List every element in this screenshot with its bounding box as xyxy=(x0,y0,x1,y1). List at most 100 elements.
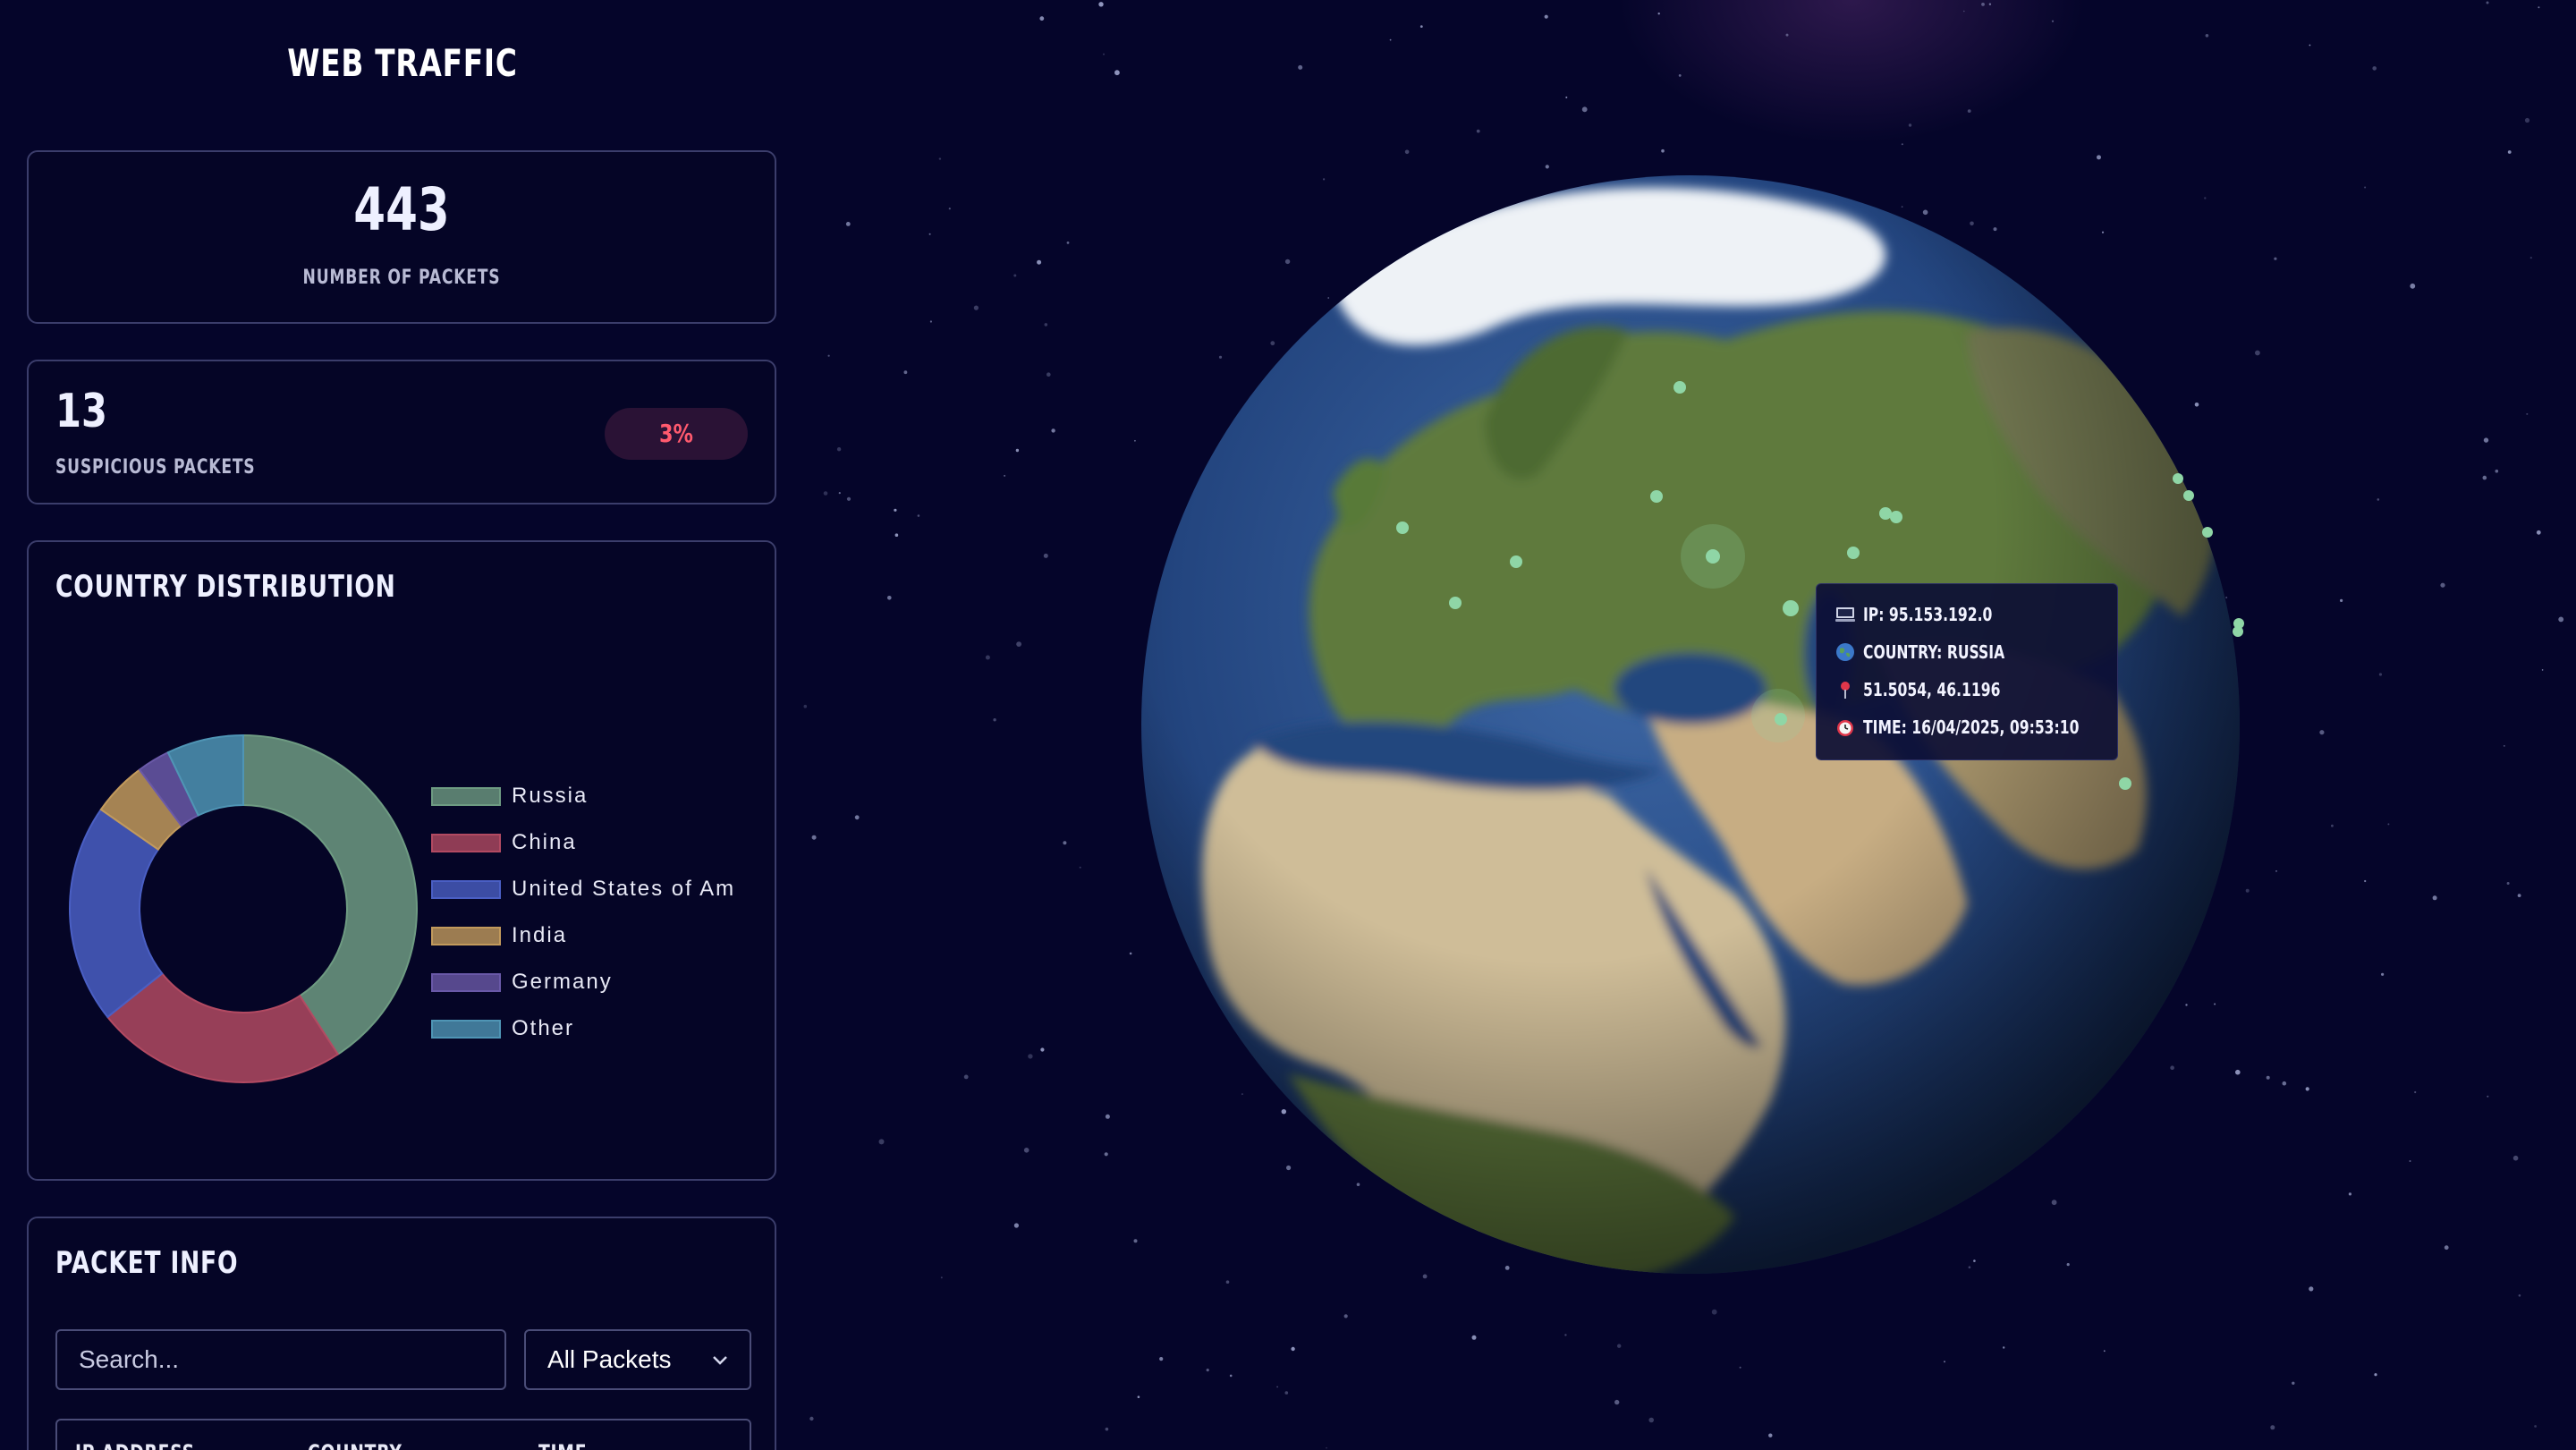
legend-item[interactable]: United States of Am xyxy=(431,866,753,912)
star xyxy=(1103,53,1105,55)
star xyxy=(1785,33,1789,37)
legend-swatch xyxy=(431,786,501,806)
legend-swatch xyxy=(431,833,501,852)
search-input[interactable] xyxy=(55,1329,506,1390)
traffic-marker[interactable] xyxy=(2202,527,2213,538)
star xyxy=(1114,70,1120,76)
star xyxy=(2440,582,2445,588)
legend-label: China xyxy=(512,830,577,854)
packet-filter-select[interactable]: All Packets xyxy=(524,1329,751,1390)
traffic-marker[interactable] xyxy=(1674,381,1686,394)
computer-icon xyxy=(1835,607,1855,622)
star xyxy=(1284,1391,1289,1395)
legend-item[interactable]: India xyxy=(431,912,753,959)
star xyxy=(2536,530,2541,535)
star xyxy=(1229,1374,1233,1378)
star xyxy=(1063,841,1067,845)
traffic-marker[interactable] xyxy=(1847,547,1860,559)
star xyxy=(1040,1047,1045,1052)
traffic-marker[interactable] xyxy=(1396,521,1409,534)
star xyxy=(2340,598,2343,603)
star xyxy=(2319,730,2325,735)
column-header-time[interactable]: TIME xyxy=(538,1440,587,1450)
legend-item[interactable]: Russia xyxy=(431,773,753,819)
traffic-marker[interactable] xyxy=(2173,473,2183,484)
legend-label: Germany xyxy=(512,970,613,994)
traffic-marker[interactable] xyxy=(1783,600,1799,616)
star xyxy=(836,447,842,452)
sidebar: WEB TRAFFIC 443 NUMBER OF PACKETS 13 SUS… xyxy=(0,0,805,1450)
distribution-title: COUNTRY DISTRIBUTION xyxy=(55,569,396,605)
app-title: WEB TRAFFIC xyxy=(287,41,518,85)
star xyxy=(2558,616,2564,623)
star xyxy=(1276,1386,1278,1388)
star xyxy=(1079,866,1081,869)
traffic-marker[interactable] xyxy=(1775,713,1787,725)
star xyxy=(1037,259,1042,265)
star xyxy=(963,1074,969,1080)
star xyxy=(2292,1381,2295,1386)
star xyxy=(2409,1160,2411,1162)
star xyxy=(928,233,931,235)
legend-label: India xyxy=(512,923,568,947)
star xyxy=(2503,745,2505,747)
star xyxy=(838,492,841,495)
star xyxy=(1051,428,1055,433)
star xyxy=(2372,66,2377,71)
pushpin-icon xyxy=(1841,682,1850,699)
traffic-marker[interactable] xyxy=(1890,511,1902,523)
tooltip-ip-row: IP: 95.153.192.0 xyxy=(1835,597,2029,632)
star xyxy=(1039,16,1045,21)
star xyxy=(1043,553,1048,558)
traffic-marker[interactable] xyxy=(1510,555,1522,568)
star xyxy=(1066,242,1070,244)
star xyxy=(1901,143,1903,146)
star xyxy=(1389,38,1392,41)
star xyxy=(1046,372,1051,377)
star xyxy=(1963,10,1965,13)
star xyxy=(2309,44,2311,47)
star xyxy=(2374,1373,2377,1377)
star xyxy=(1291,1346,1295,1352)
legend-item[interactable]: Other xyxy=(431,1005,753,1052)
star xyxy=(2305,1087,2309,1091)
star xyxy=(1739,1366,1741,1369)
traffic-marker[interactable] xyxy=(1650,490,1663,503)
star xyxy=(2377,498,2380,501)
globe-icon xyxy=(1836,643,1854,661)
legend-label: United States of Am xyxy=(512,877,736,901)
tooltip-time: TIME: 16/04/2025, 09:53:10 xyxy=(1863,717,2080,738)
legend-label: Other xyxy=(512,1016,575,1040)
star xyxy=(1298,64,1303,70)
star xyxy=(993,718,996,722)
traffic-marker[interactable] xyxy=(2233,626,2243,637)
star xyxy=(1908,123,1912,127)
star xyxy=(1471,1335,1477,1340)
star xyxy=(1967,109,1971,113)
traffic-marker[interactable] xyxy=(1879,507,1892,520)
star xyxy=(2495,469,2499,473)
traffic-marker[interactable] xyxy=(1449,597,1462,609)
star xyxy=(2387,823,2390,826)
tooltip-coords-row: 51.5054, 46.1196 xyxy=(1835,672,2039,708)
legend-label: Russia xyxy=(512,784,589,808)
country-distribution-card: COUNTRY DISTRIBUTION Russia China United… xyxy=(27,540,776,1181)
suspicious-label: SUSPICIOUS PACKETS xyxy=(55,456,256,479)
star xyxy=(1648,1417,1654,1423)
traffic-marker[interactable] xyxy=(2119,777,2131,790)
legend-item[interactable]: Germany xyxy=(431,959,753,1005)
legend-item[interactable]: China xyxy=(431,819,753,866)
donut-slice-russia[interactable] xyxy=(242,733,418,1056)
chevron-down-icon xyxy=(713,1356,727,1365)
star xyxy=(2378,673,2382,676)
star xyxy=(1981,3,1985,6)
tooltip-coords: 51.5054, 46.1196 xyxy=(1863,679,2001,700)
star xyxy=(1104,1152,1108,1157)
traffic-marker[interactable] xyxy=(1706,549,1720,564)
column-header-ip[interactable]: IP ADDRESS xyxy=(75,1440,195,1450)
tooltip-country: COUNTRY: RUSSIA xyxy=(1863,641,2005,663)
country-donut-chart xyxy=(69,733,418,1083)
traffic-marker[interactable] xyxy=(2183,490,2194,501)
column-header-country[interactable]: COUNTRY xyxy=(308,1440,402,1450)
star xyxy=(1326,1446,1327,1449)
